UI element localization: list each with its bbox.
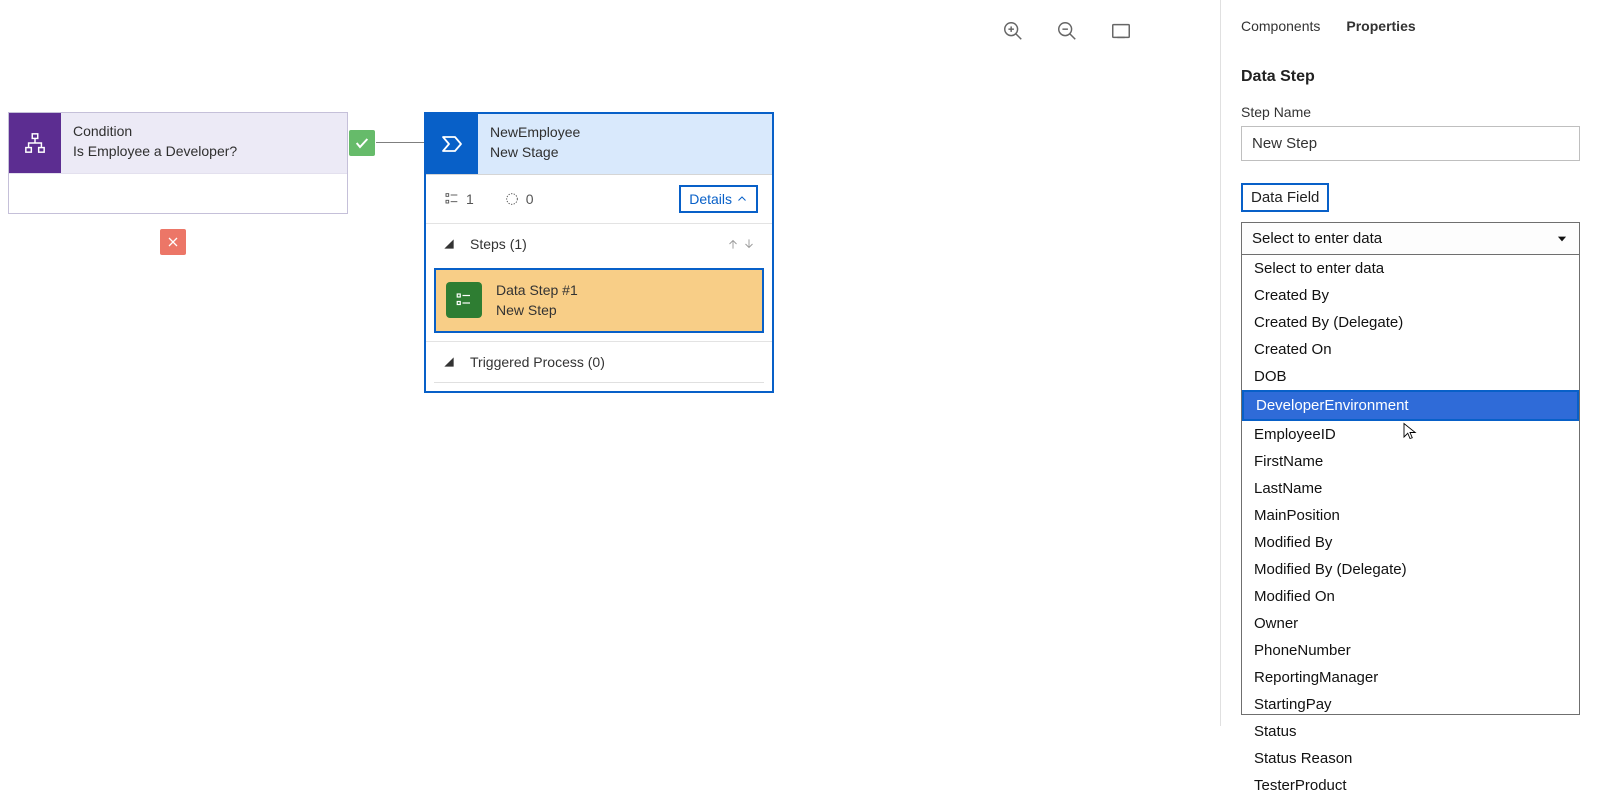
details-toggle[interactable]: Details <box>679 185 758 213</box>
arrow-up-icon <box>726 236 740 252</box>
canvas-toolbar <box>1000 18 1134 44</box>
move-up-down[interactable] <box>726 236 756 252</box>
refresh-count-value: 0 <box>526 191 534 207</box>
panel-tabs: Components Properties <box>1241 4 1580 48</box>
combo-option[interactable]: DOB <box>1242 363 1579 390</box>
combo-option[interactable]: Select to enter data <box>1242 255 1579 282</box>
data-field-combo: Select to enter data Select to enter dat… <box>1241 222 1580 715</box>
list-count-value: 1 <box>466 191 474 207</box>
chevron-down-icon <box>1555 232 1569 246</box>
details-label: Details <box>689 191 732 207</box>
triangle-icon <box>442 355 456 369</box>
zoom-out-icon[interactable] <box>1054 18 1080 44</box>
data-field-label: Data Field <box>1241 183 1329 212</box>
stage-title: NewEmployee <box>490 122 760 142</box>
combo-option[interactable]: Created By <box>1242 282 1579 309</box>
stage-label: NewEmployee New Stage <box>478 114 772 174</box>
combo-option[interactable]: EmployeeID <box>1242 421 1579 448</box>
data-step-title: Data Step #1 <box>496 280 578 300</box>
condition-body <box>9 173 347 213</box>
branch-icon <box>9 113 61 173</box>
triggered-process-header[interactable]: Triggered Process (0) <box>426 341 772 382</box>
triggered-header-label: Triggered Process (0) <box>470 354 605 370</box>
panel-section-title: Data Step <box>1241 48 1580 104</box>
chevron-stage-icon <box>426 114 478 174</box>
data-field-placeholder: Select to enter data <box>1252 230 1382 247</box>
right-panel: Components Properties Data Step Step Nam… <box>1220 0 1600 726</box>
triangle-icon <box>442 237 456 251</box>
combo-option[interactable]: MainPosition <box>1242 502 1579 529</box>
condition-header: Condition Is Employee a Developer? <box>9 113 347 173</box>
condition-title: Condition <box>73 121 335 141</box>
tab-properties[interactable]: Properties <box>1346 18 1415 34</box>
connector-line <box>376 142 426 143</box>
arrow-down-icon <box>742 236 756 252</box>
refresh-count: 0 <box>504 191 534 207</box>
true-branch-icon[interactable] <box>349 130 375 156</box>
combo-option[interactable]: DeveloperEnvironment <box>1242 390 1579 421</box>
combo-option[interactable]: Modified By <box>1242 529 1579 556</box>
divider <box>434 382 764 383</box>
condition-subtitle: Is Employee a Developer? <box>73 141 335 161</box>
refresh-icon <box>504 191 520 207</box>
combo-option[interactable]: StartingPay <box>1242 691 1579 718</box>
condition-tile[interactable]: Condition Is Employee a Developer? <box>8 112 348 214</box>
stage-subbar: 1 0 Details <box>426 174 772 223</box>
step-name-label: Step Name <box>1241 104 1580 126</box>
combo-option[interactable]: Modified By (Delegate) <box>1242 556 1579 583</box>
form-icon <box>446 282 482 318</box>
combo-option[interactable]: TesterProduct <box>1242 772 1579 799</box>
data-step-sub: New Step <box>496 300 578 320</box>
combo-option[interactable]: Status Reason <box>1242 745 1579 772</box>
data-step-label: Data Step #1 New Step <box>496 280 578 321</box>
condition-label: Condition Is Employee a Developer? <box>61 113 347 173</box>
combo-option[interactable]: Modified On <box>1242 583 1579 610</box>
steps-header-label: Steps (1) <box>470 236 527 252</box>
combo-option[interactable]: ReportingManager <box>1242 664 1579 691</box>
data-field-options: Select to enter dataCreated ByCreated By… <box>1241 255 1580 715</box>
combo-option[interactable]: LastName <box>1242 475 1579 502</box>
combo-option[interactable]: FirstName <box>1242 448 1579 475</box>
steps-section-header[interactable]: Steps (1) <box>426 223 772 264</box>
combo-option[interactable]: PhoneNumber <box>1242 637 1579 664</box>
combo-option[interactable]: Status <box>1242 718 1579 745</box>
list-count: 1 <box>444 191 474 207</box>
data-field-select[interactable]: Select to enter data <box>1241 222 1580 255</box>
stage-header: NewEmployee New Stage <box>426 114 772 174</box>
chevron-up-icon <box>736 193 748 205</box>
zoom-in-icon[interactable] <box>1000 18 1026 44</box>
false-branch-icon[interactable] <box>160 229 186 255</box>
combo-option[interactable]: Owner <box>1242 610 1579 637</box>
stage-tile[interactable]: NewEmployee New Stage 1 0 Details Steps … <box>424 112 774 393</box>
step-name-input[interactable] <box>1241 126 1580 161</box>
tab-components[interactable]: Components <box>1241 18 1320 34</box>
combo-option[interactable]: Created By (Delegate) <box>1242 309 1579 336</box>
combo-option[interactable]: Created On <box>1242 336 1579 363</box>
fit-screen-icon[interactable] <box>1108 18 1134 44</box>
data-step-card[interactable]: Data Step #1 New Step <box>434 268 764 333</box>
stage-subtitle: New Stage <box>490 142 760 162</box>
list-icon <box>444 191 460 207</box>
